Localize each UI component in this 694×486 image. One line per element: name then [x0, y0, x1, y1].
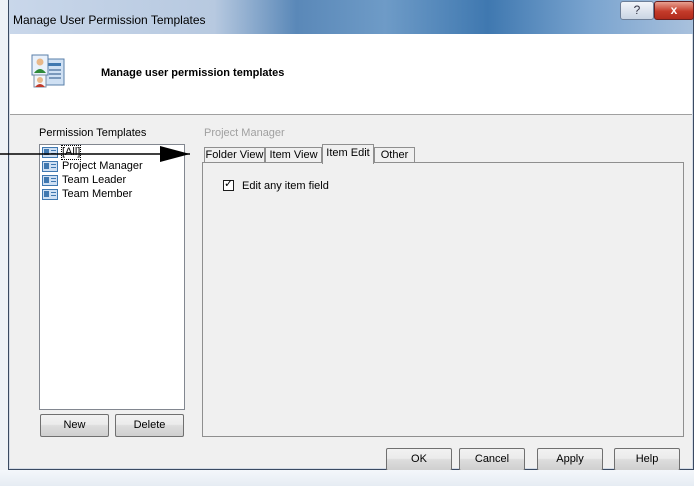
- edit-any-item-field-label: Edit any item field: [242, 180, 329, 192]
- selected-template-title: Project Manager: [204, 127, 285, 139]
- tab-panel-item-edit: [202, 162, 684, 437]
- list-item-label: Team Member: [62, 188, 133, 200]
- list-item-label: [All]: [60, 145, 82, 160]
- dialog-client-area: Manage user permission templates Permiss…: [10, 34, 692, 471]
- cancel-button[interactable]: Cancel: [459, 448, 525, 471]
- ok-button[interactable]: OK: [386, 448, 452, 471]
- apply-button[interactable]: Apply: [537, 448, 603, 471]
- checkmark-icon: ✓: [224, 178, 234, 190]
- list-item-label: Project Manager: [62, 160, 143, 172]
- header-title: Manage user permission templates: [101, 67, 285, 79]
- title-bar[interactable]: Manage User Permission Templates ? x: [9, 0, 694, 34]
- dialog-window: Manage User Permission Templates ? x Man…: [8, 0, 694, 471]
- edit-any-item-field-checkbox[interactable]: ✓: [223, 178, 234, 191]
- new-button[interactable]: New: [40, 414, 109, 437]
- template-icon: [42, 161, 58, 172]
- templates-listbox[interactable]: [All] Project Manager Team Leader Team M…: [39, 144, 185, 410]
- help-icon: ?: [633, 3, 641, 17]
- list-item-label: Team Leader: [62, 174, 127, 186]
- permission-templates-label: Permission Templates: [39, 127, 147, 139]
- delete-button[interactable]: Delete: [115, 414, 184, 437]
- template-icon: [42, 189, 58, 200]
- window-title: Manage User Permission Templates: [13, 13, 206, 27]
- user-permissions-icon: [31, 54, 65, 88]
- close-icon: x: [670, 3, 678, 17]
- tab-item-edit[interactable]: Item Edit: [322, 144, 374, 164]
- help-button[interactable]: Help: [614, 448, 680, 471]
- template-icon: [42, 175, 58, 186]
- help-title-button[interactable]: ?: [620, 1, 654, 20]
- template-icon: [42, 147, 58, 158]
- close-button[interactable]: x: [654, 1, 694, 20]
- header-banner: Manage user permission templates: [10, 34, 692, 115]
- taskbar-strip: [0, 470, 694, 486]
- background-strip: [0, 0, 8, 470]
